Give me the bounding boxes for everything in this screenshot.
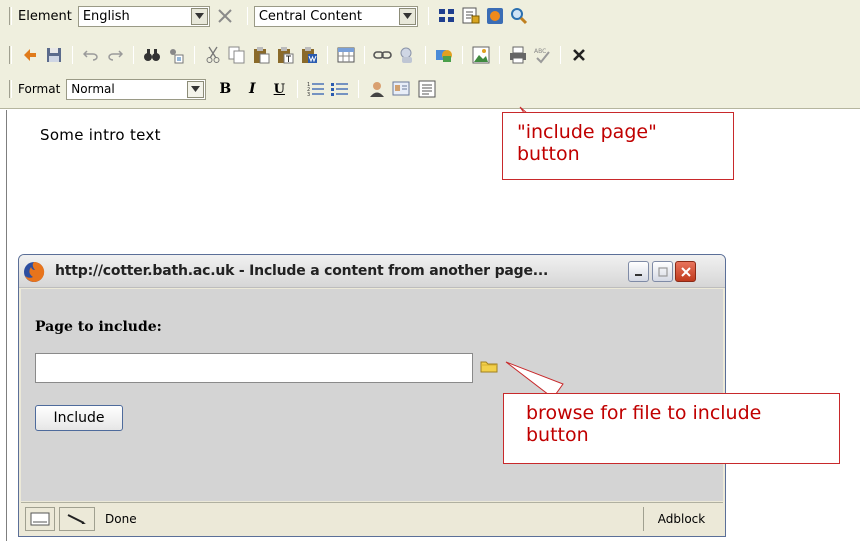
search-icon[interactable] bbox=[508, 5, 530, 27]
firefox-icon bbox=[23, 261, 45, 283]
element-label: Element bbox=[18, 8, 72, 24]
spellcheck-icon[interactable]: ABC bbox=[531, 44, 553, 66]
italic-button[interactable]: I bbox=[241, 78, 263, 100]
include-button[interactable]: Include bbox=[35, 405, 123, 431]
browse-callout-line2: button bbox=[526, 424, 589, 446]
include-page-callout-line1: "include page" bbox=[517, 121, 657, 143]
unlink-icon[interactable] bbox=[396, 44, 418, 66]
page-to-include-input[interactable] bbox=[35, 353, 473, 383]
paste-swap-icon[interactable] bbox=[19, 44, 41, 66]
underline-button[interactable]: U bbox=[268, 78, 290, 100]
content-left-border bbox=[6, 110, 7, 541]
toolbar-row-2: ABC bbox=[0, 42, 591, 68]
paste-icon[interactable] bbox=[250, 44, 272, 66]
redo-icon[interactable] bbox=[104, 44, 126, 66]
status-pen-icon[interactable] bbox=[59, 506, 95, 531]
adblock-status[interactable]: Adblock bbox=[643, 507, 719, 531]
element-select-value: English bbox=[82, 8, 130, 24]
dialog-title: http://cotter.bath.ac.uk - Include a con… bbox=[55, 263, 549, 279]
status-layout-icon[interactable] bbox=[25, 506, 55, 531]
toolbar-row-3: Format Normal B I U 123 bbox=[0, 76, 439, 102]
blocks-icon[interactable] bbox=[436, 5, 458, 27]
include-page-callout: "include page" button bbox=[502, 112, 734, 180]
print-icon[interactable] bbox=[507, 44, 529, 66]
status-text: Done bbox=[105, 511, 137, 526]
dialog-titlebar[interactable]: http://cotter.bath.ac.uk - Include a con… bbox=[19, 255, 725, 288]
browse-folder-icon[interactable] bbox=[480, 359, 498, 377]
replace-icon[interactable] bbox=[165, 44, 187, 66]
format-select-value: Normal bbox=[71, 82, 115, 96]
svg-text:ABC: ABC bbox=[534, 48, 546, 55]
chevron-down-icon[interactable] bbox=[398, 7, 416, 25]
firefox-preview-icon[interactable] bbox=[484, 5, 506, 27]
dialog-statusbar: Done Adblock bbox=[21, 502, 723, 534]
browse-callout-line1: browse for file to include bbox=[526, 402, 762, 424]
paste-text-icon[interactable] bbox=[274, 44, 296, 66]
find-icon[interactable] bbox=[141, 44, 163, 66]
delete-icon[interactable] bbox=[568, 44, 590, 66]
page-properties-icon[interactable] bbox=[460, 5, 482, 27]
browse-callout: browse for file to include button bbox=[503, 393, 840, 464]
link-icon[interactable] bbox=[372, 44, 394, 66]
bold-button[interactable]: B bbox=[214, 78, 236, 100]
element-select[interactable]: English bbox=[77, 5, 210, 27]
page-to-include-label: Page to include: bbox=[35, 319, 162, 335]
image-gallery-icon[interactable] bbox=[433, 44, 455, 66]
toolbar-row-1: Element English Central Content bbox=[0, 3, 531, 29]
remove-icon[interactable] bbox=[214, 5, 236, 27]
toolbar-grip[interactable] bbox=[9, 7, 12, 25]
location-select[interactable]: Central Content bbox=[253, 5, 418, 27]
undo-icon[interactable] bbox=[80, 44, 102, 66]
minimize-button[interactable] bbox=[628, 261, 649, 282]
chevron-down-icon[interactable] bbox=[190, 7, 208, 25]
unordered-list-icon[interactable] bbox=[329, 78, 351, 100]
ordered-list-icon[interactable]: 123 bbox=[305, 78, 327, 100]
maximize-button[interactable] bbox=[652, 261, 673, 282]
save-icon[interactable] bbox=[43, 44, 65, 66]
include-page-icon[interactable] bbox=[416, 78, 438, 100]
close-icon bbox=[680, 266, 691, 277]
chevron-down-icon[interactable] bbox=[187, 80, 205, 98]
location-select-value: Central Content bbox=[258, 8, 362, 24]
paste-word-icon[interactable] bbox=[298, 44, 320, 66]
table-icon[interactable] bbox=[335, 44, 357, 66]
format-label: Format bbox=[18, 82, 61, 96]
include-page-callout-line2: button bbox=[517, 143, 580, 165]
cut-icon[interactable] bbox=[202, 44, 224, 66]
svg-text:3: 3 bbox=[307, 92, 310, 97]
contact-card-icon[interactable] bbox=[390, 78, 412, 100]
copy-icon[interactable] bbox=[226, 44, 248, 66]
format-select[interactable]: Normal bbox=[66, 78, 207, 100]
person-icon[interactable] bbox=[366, 78, 388, 100]
intro-text: Some intro text bbox=[40, 126, 161, 144]
close-button[interactable] bbox=[675, 261, 696, 282]
editor-toolbar: Element English Central Content ABC Form… bbox=[0, 0, 860, 109]
image-icon[interactable] bbox=[470, 44, 492, 66]
